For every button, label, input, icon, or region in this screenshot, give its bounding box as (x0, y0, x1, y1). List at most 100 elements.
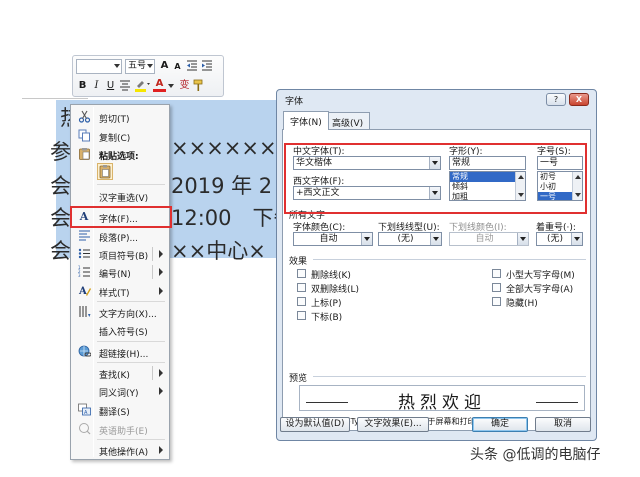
menu-separator (97, 439, 165, 440)
menu-separator (97, 362, 165, 363)
menu-item-label: 查找(K) (99, 371, 130, 381)
menu-item-label: 样式(T) (99, 289, 130, 299)
text-direction-icon (77, 305, 91, 319)
scissors-icon (77, 110, 91, 124)
italic-button[interactable]: I (90, 79, 103, 93)
underline-style-combo[interactable]: (无) (378, 232, 442, 246)
chevron-down-icon (147, 64, 153, 68)
phonetic-guide-button[interactable]: 变 (178, 79, 191, 93)
paste-keep-text-button[interactable] (97, 163, 113, 180)
all-caps-checkbox[interactable] (492, 283, 501, 292)
context-menu: 剪切(T) 复制(C) 粘贴选项: 汉字重选(V) A 字体(F)... 段落(… (70, 104, 170, 460)
tab-advanced[interactable]: 高级(V) (325, 112, 371, 129)
menu-separator (97, 301, 165, 302)
chevron-right-icon (159, 250, 163, 258)
font-color-combo[interactable]: 自动 (293, 232, 373, 246)
underline-color-combo[interactable]: 自动 (449, 232, 529, 246)
menu-item-more-actions[interactable]: 其他操作(A) (73, 441, 169, 459)
underline-color-value: 自动 (475, 234, 494, 244)
menu-item-reconvert[interactable]: 汉字重选(V) (73, 187, 169, 205)
menu-item-numbering[interactable]: 123 编号(N) (73, 263, 169, 281)
chevron-right-icon (159, 387, 163, 395)
menu-item-label: 文字方向(X)... (99, 310, 157, 320)
menu-item-insert-symbol[interactable]: 插入符号(S) (73, 321, 169, 339)
increase-indent-icon[interactable] (200, 59, 213, 73)
small-caps-checkbox[interactable] (492, 269, 501, 278)
format-painter-icon[interactable] (193, 79, 206, 93)
emphasis-mark-combo[interactable]: (无) (536, 232, 583, 246)
font-size-combo[interactable]: 五号 (125, 59, 155, 74)
tab-font[interactable]: 字体(N) (283, 111, 329, 130)
chevron-down-icon (517, 233, 528, 245)
chevron-down-icon[interactable] (167, 80, 175, 94)
hidden-checkbox[interactable] (492, 297, 501, 306)
font-name-combo[interactable] (76, 59, 122, 74)
ok-button[interactable]: 确定 (472, 417, 528, 432)
shrink-font-button[interactable]: A (171, 60, 184, 74)
bullets-icon (77, 247, 91, 261)
decrease-indent-icon[interactable] (185, 59, 198, 73)
help-button[interactable]: ? (546, 93, 566, 106)
menu-item-label: 复制(C) (99, 134, 131, 144)
menu-item-bullets[interactable]: 项目符号(B) (73, 245, 169, 263)
chevron-right-icon (159, 287, 163, 295)
menu-item-text-direction[interactable]: 文字方向(X)... (73, 303, 169, 321)
numbering-icon: 123 (77, 265, 91, 279)
document-line-4: 会 (50, 206, 71, 230)
watermark-text: 头条 @低调的电脑仔 (470, 447, 601, 463)
menu-item-label: 项目符号(B) (99, 252, 149, 262)
menu-item-label: 编号(N) (99, 270, 131, 280)
document-fragment-1: ×××××× (171, 136, 277, 160)
menu-separator (97, 184, 165, 185)
grow-font-button[interactable]: A (158, 59, 171, 73)
strikethrough-label: 删除线(K) (311, 271, 351, 281)
group-divider (313, 259, 586, 260)
menu-item-find[interactable]: 查找(K) (73, 364, 169, 382)
styles-icon: A (77, 284, 91, 298)
preview-group-title: 预览 (289, 374, 308, 384)
close-button[interactable]: X (569, 93, 589, 106)
underline-button[interactable]: U (104, 79, 117, 93)
chevron-right-icon (159, 446, 163, 454)
superscript-checkbox[interactable] (297, 297, 306, 306)
menu-item-translate[interactable]: A 翻译(S) (73, 401, 169, 419)
hyperlink-icon (77, 345, 91, 359)
underline-style-value: (无) (397, 234, 414, 244)
menu-item-synonyms[interactable]: 同义词(Y) (73, 382, 169, 400)
emphasis-mark-value: (无) (546, 234, 564, 244)
text-effects-button[interactable]: 文字效果(E)... (357, 417, 429, 432)
font-color-button[interactable]: A (153, 78, 166, 92)
strikethrough-checkbox[interactable] (297, 269, 306, 278)
bold-button[interactable]: B (76, 79, 89, 93)
chevron-right-icon (159, 268, 163, 276)
document-fragment-4: ××中心× (171, 239, 266, 263)
svg-text:A: A (78, 286, 87, 297)
center-align-icon[interactable] (118, 79, 131, 93)
chevron-right-icon (159, 369, 163, 377)
group-divider (313, 376, 586, 377)
highlight-color-icon[interactable] (133, 79, 151, 93)
preview-box: 热烈欢迎 (299, 385, 585, 413)
document-line-5: 会 (50, 239, 71, 263)
menu-item-styles[interactable]: A 样式(T) (73, 282, 169, 300)
menu-item-label: 同义词(Y) (99, 389, 139, 399)
small-caps-label: 小型大写字母(M) (506, 271, 575, 281)
svg-text:3: 3 (78, 273, 81, 278)
subscript-checkbox[interactable] (297, 311, 306, 320)
double-strikethrough-checkbox[interactable] (297, 283, 306, 292)
cancel-button[interactable]: 取消 (535, 417, 591, 432)
document-line-3: 会 (50, 174, 71, 198)
menu-item-cut[interactable]: 剪切(T) (73, 108, 169, 126)
document-line-2: 参 (50, 140, 71, 164)
paste-icon (77, 147, 91, 161)
menu-item-paragraph[interactable]: 段落(P)... (73, 227, 169, 245)
menu-item-split (152, 265, 153, 279)
font-color-value: 自动 (319, 234, 338, 244)
menu-item-hyperlink[interactable]: 超链接(H)... (73, 343, 169, 361)
set-default-button[interactable]: 设为默认值(D) (280, 417, 350, 432)
chevron-down-icon (114, 64, 120, 68)
menu-item-english-assistant[interactable]: 英语助手(E) (73, 420, 169, 438)
menu-item-paste-options: 粘贴选项: (73, 145, 169, 163)
menu-item-copy[interactable]: 复制(C) (73, 127, 169, 145)
mini-toolbar: 五号 A A B I U A 变 (72, 55, 224, 97)
